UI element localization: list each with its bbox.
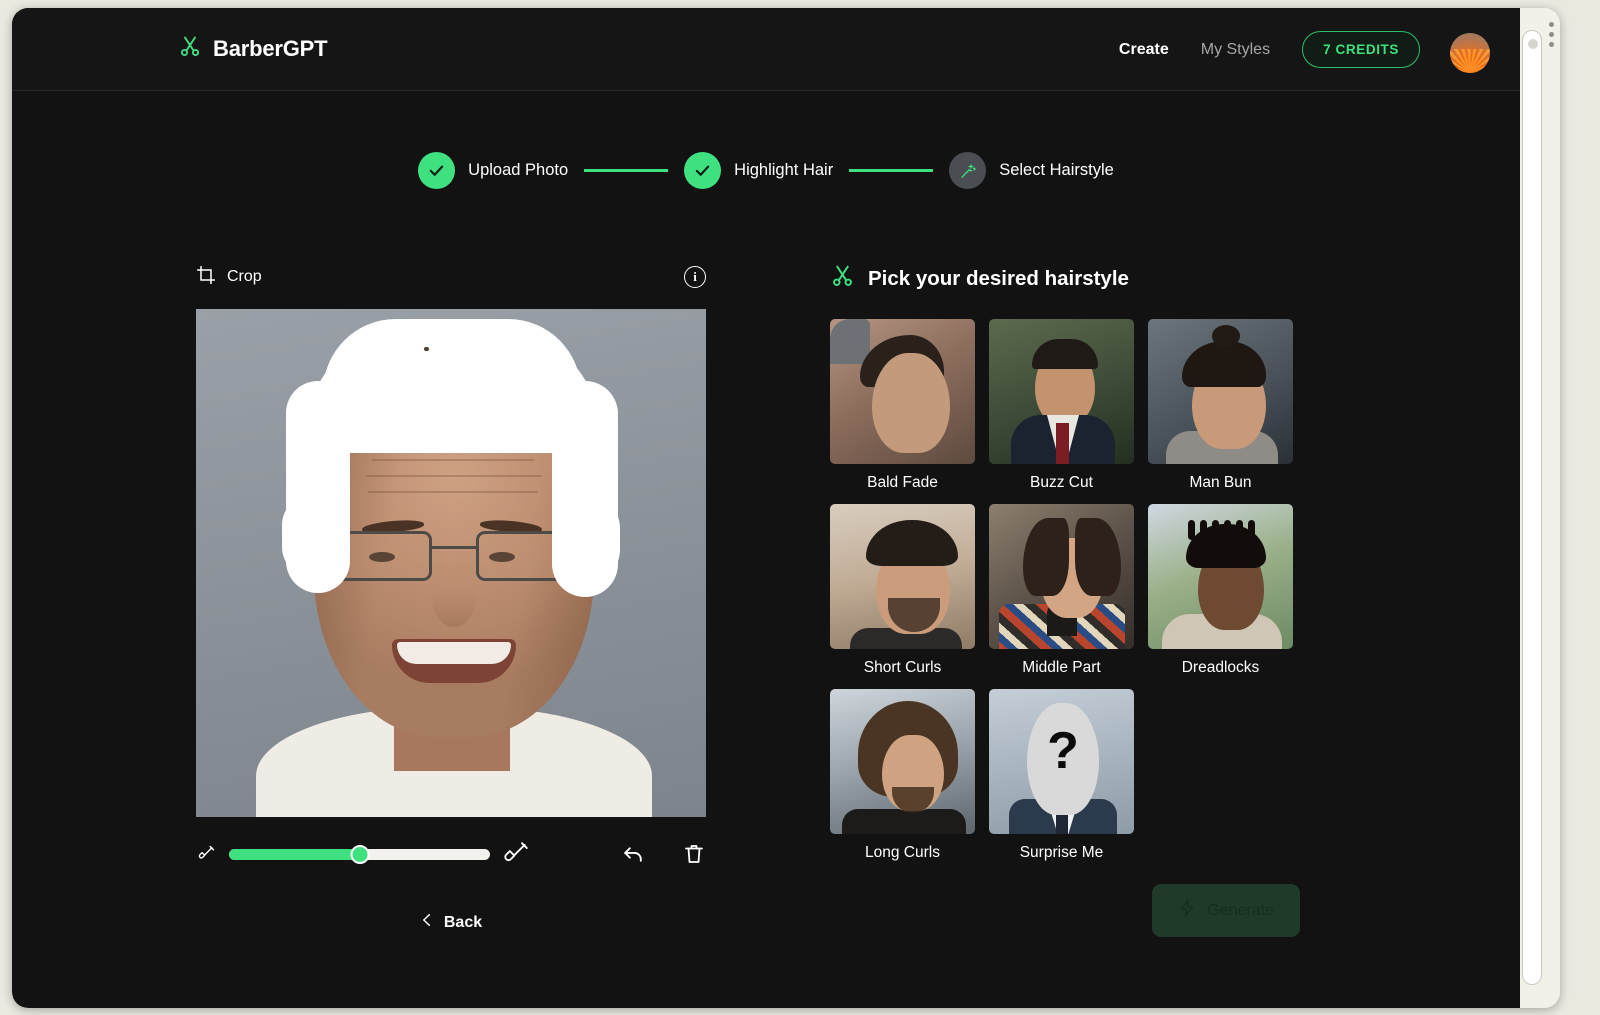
hairstyle-grid: Bald Fade Buzz Cut	[830, 319, 1300, 862]
forehead-crease	[366, 475, 542, 477]
step-label: Highlight Hair	[734, 161, 833, 180]
question-mark-icon: ?	[1027, 725, 1099, 777]
desktop-background: BarberGPT Create My Styles 7 CREDITS	[0, 0, 1600, 1015]
crop-label: Crop	[227, 268, 262, 286]
hairstyle-thumbnail	[989, 504, 1134, 649]
check-icon	[684, 152, 721, 189]
step-label: Upload Photo	[468, 161, 568, 180]
hairstyle-card-man-bun[interactable]: Man Bun	[1148, 319, 1293, 492]
brush-small-icon[interactable]	[196, 844, 216, 864]
credits-badge[interactable]: 7 CREDITS	[1302, 31, 1420, 68]
header-nav: Create My Styles 7 CREDITS	[1119, 8, 1420, 91]
hairstyle-thumbnail	[830, 504, 975, 649]
scissors-icon	[830, 263, 855, 294]
hairstyle-label: Middle Part	[989, 659, 1134, 677]
brand-logo[interactable]: BarberGPT	[178, 34, 327, 63]
subject-mouth	[392, 639, 516, 683]
hairstyle-card-long-curls[interactable]: Long Curls	[830, 689, 975, 862]
check-icon	[418, 152, 455, 189]
generate-button[interactable]: Generate	[1152, 884, 1300, 937]
lightning-bolt-icon	[1178, 899, 1196, 922]
crop-icon	[196, 265, 216, 290]
hairstyle-thumbnail: ?	[989, 689, 1134, 834]
brand-name: BarberGPT	[213, 36, 327, 62]
hairstyle-card-short-curls[interactable]: Short Curls	[830, 504, 975, 677]
hairstyle-label: Surprise Me	[989, 844, 1134, 862]
undo-icon[interactable]	[621, 842, 646, 867]
trash-icon[interactable]	[682, 842, 706, 866]
brush-controls	[196, 838, 706, 870]
browser-window: BarberGPT Create My Styles 7 CREDITS	[12, 8, 1560, 1008]
photo-editor: Crop i	[196, 258, 706, 933]
hairstyle-label: Buzz Cut	[989, 474, 1134, 492]
chevron-left-icon	[420, 912, 434, 933]
step-upload-photo[interactable]: Upload Photo	[418, 152, 568, 189]
crop-button[interactable]: Crop	[196, 265, 262, 290]
nav-item-create[interactable]: Create	[1119, 41, 1169, 59]
app-viewport: BarberGPT Create My Styles 7 CREDITS	[12, 8, 1520, 1008]
slider-thumb[interactable]	[350, 845, 369, 864]
brush-size-slider[interactable]	[229, 849, 490, 860]
hairstyle-thumbnail	[1148, 319, 1293, 464]
styles-heading-label: Pick your desired hairstyle	[868, 267, 1129, 291]
generate-label: Generate	[1207, 902, 1274, 920]
back-row: Back	[196, 912, 706, 933]
photo-canvas[interactable]	[196, 309, 706, 817]
info-icon[interactable]: i	[684, 266, 706, 288]
step-connector	[584, 169, 668, 172]
step-label: Select Hairstyle	[999, 161, 1114, 180]
hairstyle-label: Man Bun	[1148, 474, 1293, 492]
hairstyle-thumbnail	[830, 319, 975, 464]
styles-heading: Pick your desired hairstyle	[830, 263, 1300, 294]
avatar[interactable]	[1450, 33, 1490, 73]
hairstyle-card-middle-part[interactable]: Middle Part	[989, 504, 1134, 677]
hairstyle-card-dreadlocks[interactable]: Dreadlocks	[1148, 504, 1293, 677]
magic-wand-icon	[949, 152, 986, 189]
editor-toolbar: Crop i	[196, 258, 706, 296]
step-highlight-hair[interactable]: Highlight Hair	[684, 152, 833, 189]
hairstyle-label: Long Curls	[830, 844, 975, 862]
nav-item-my-styles[interactable]: My Styles	[1201, 41, 1270, 59]
scrollbar-grip	[1528, 39, 1538, 49]
hairstyle-panel: Pick your desired hairstyle Bald Fade	[830, 263, 1300, 862]
generate-row: Generate	[830, 884, 1300, 937]
hairstyle-label: Short Curls	[830, 659, 975, 677]
forehead-crease	[372, 459, 534, 461]
hairstyle-label: Bald Fade	[830, 474, 975, 492]
progress-stepper: Upload Photo Highlight Hair	[12, 152, 1520, 189]
back-label: Back	[444, 914, 482, 932]
scrollbar-thumb[interactable]	[1522, 30, 1542, 985]
hairstyle-thumbnail	[1148, 504, 1293, 649]
step-connector	[849, 169, 933, 172]
hairstyle-card-bald-fade[interactable]: Bald Fade	[830, 319, 975, 492]
brush-large-icon[interactable]	[503, 841, 529, 867]
hairstyle-card-buzz-cut[interactable]: Buzz Cut	[989, 319, 1134, 492]
step-select-hairstyle[interactable]: Select Hairstyle	[949, 152, 1114, 189]
overflow-menu-icon[interactable]	[1549, 22, 1554, 47]
hairstyle-card-surprise-me[interactable]: ? Surprise Me	[989, 689, 1134, 862]
scissors-icon	[178, 34, 202, 63]
forehead-crease	[368, 491, 538, 493]
scrollbar-track[interactable]	[1520, 8, 1560, 1008]
hairstyle-thumbnail	[830, 689, 975, 834]
hairstyle-thumbnail	[989, 319, 1134, 464]
hairstyle-label: Dreadlocks	[1148, 659, 1293, 677]
slider-fill	[229, 849, 360, 860]
subject-nose	[432, 567, 476, 627]
app-header: BarberGPT Create My Styles 7 CREDITS	[12, 8, 1520, 91]
back-button[interactable]: Back	[420, 912, 482, 933]
